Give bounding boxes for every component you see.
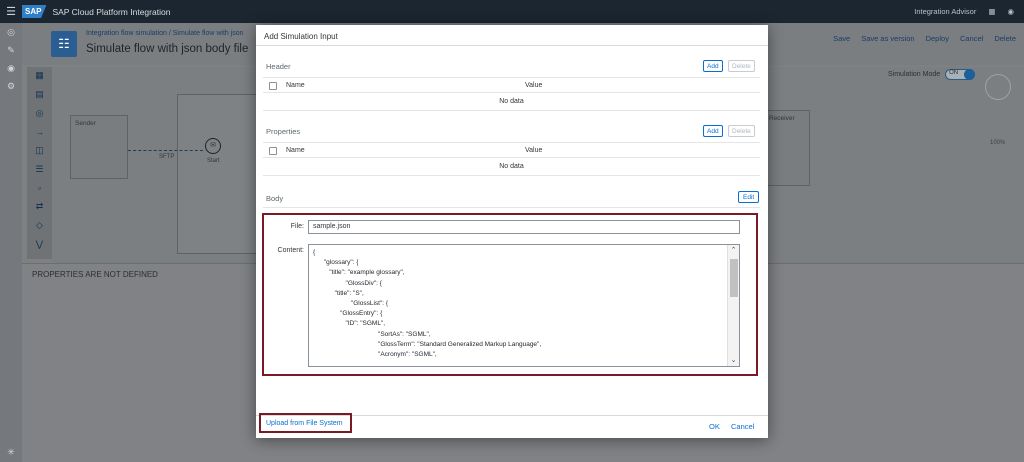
page-title: Simulate flow with json body file bbox=[86, 43, 249, 55]
integration-advisor-link[interactable]: Integration Advisor bbox=[914, 7, 976, 16]
select-all-checkbox[interactable] bbox=[269, 82, 277, 90]
sender-participant[interactable]: Sender bbox=[70, 115, 128, 179]
cancel-button[interactable]: Cancel bbox=[731, 422, 754, 431]
save-as-version-button[interactable]: Save as version bbox=[861, 34, 914, 43]
discover-icon[interactable]: ◎ bbox=[7, 27, 15, 38]
content-textarea[interactable]: { "glossary": { "title": "example glossa… bbox=[308, 244, 740, 367]
table-header: Name Value bbox=[263, 78, 760, 93]
iflow-icon: ☷ bbox=[51, 31, 77, 57]
simulation-mode: Simulation Mode ON bbox=[888, 69, 976, 80]
content-label: Content: bbox=[277, 247, 304, 254]
file-field[interactable]: sample.json bbox=[308, 220, 740, 234]
header-section-title: Header bbox=[266, 62, 291, 71]
settings-icon[interactable]: ▦ bbox=[988, 7, 995, 16]
ok-button[interactable]: OK bbox=[709, 422, 720, 431]
content-scrollbar[interactable]: ⌃ ⌄ bbox=[727, 245, 739, 366]
expand-nav-icon[interactable]: ✳ bbox=[7, 447, 15, 458]
properties-add-button[interactable]: Add bbox=[703, 125, 723, 137]
simulation-mode-toggle[interactable]: ON bbox=[945, 69, 976, 80]
sap-logo: SAP bbox=[22, 5, 47, 18]
table-header: Name Value bbox=[263, 143, 760, 158]
settings-nav-icon[interactable]: ⚙ bbox=[7, 81, 15, 92]
monitor-icon[interactable]: ◉ bbox=[7, 63, 15, 74]
transform-icon[interactable]: ⇄ bbox=[36, 201, 44, 212]
gateway-icon[interactable]: ◇ bbox=[36, 220, 43, 231]
properties-table: Name Value No data bbox=[263, 142, 760, 176]
empty-text: No data bbox=[263, 93, 760, 111]
receiver-label: Receiver bbox=[769, 115, 795, 122]
layout-icon[interactable]: ☰ bbox=[35, 164, 43, 175]
process-icon[interactable]: ▤ bbox=[35, 89, 44, 100]
palette-toolbar: ▦ ▤ ◎ → ◫ ☰ ▫ ⇄ ◇ ⋁ bbox=[27, 67, 52, 259]
upload-highlight-box: Upload from File System bbox=[259, 413, 352, 433]
save-button[interactable]: Save bbox=[833, 34, 850, 43]
hamburger-menu-icon[interactable]: ☰ bbox=[0, 5, 22, 18]
shell-title: SAP Cloud Platform Integration bbox=[52, 6, 171, 17]
column-name: Name bbox=[286, 147, 305, 154]
header-add-button[interactable]: Add bbox=[703, 60, 723, 72]
properties-section-title: Properties bbox=[266, 127, 301, 136]
receiver-participant[interactable]: Receiver bbox=[764, 110, 810, 186]
column-value: Value bbox=[525, 82, 543, 89]
integration-process[interactable] bbox=[177, 94, 257, 254]
breadcrumb[interactable]: Integration flow simulation / Simulate f… bbox=[86, 30, 244, 37]
body-divider bbox=[263, 207, 760, 208]
column-name: Name bbox=[286, 82, 305, 89]
add-simulation-input-dialog: Add Simulation Input Header Add Delete N… bbox=[256, 25, 768, 438]
dialog-title: Add Simulation Input bbox=[256, 25, 768, 46]
body-section-title: Body bbox=[266, 194, 284, 203]
body-edit-button[interactable]: Edit bbox=[738, 191, 760, 203]
body-highlight-box: File: sample.json Content: { "glossary":… bbox=[262, 213, 758, 376]
start-event-icon[interactable]: ✉ bbox=[205, 138, 221, 154]
dialog-footer: Upload from File System OK Cancel bbox=[256, 413, 768, 438]
scroll-up-icon[interactable]: ⌃ bbox=[728, 245, 739, 256]
pan-control-icon[interactable] bbox=[985, 74, 1011, 100]
left-navigation: ◎ ✎ ◉ ⚙ ✳ bbox=[0, 23, 22, 462]
sender-label: Sender bbox=[75, 120, 96, 127]
empty-text: No data bbox=[263, 158, 760, 176]
properties-message: PROPERTIES ARE NOT DEFINED bbox=[32, 270, 158, 279]
message-flow-line[interactable] bbox=[128, 150, 203, 151]
simulation-mode-label: Simulation Mode bbox=[888, 71, 941, 78]
delete-tool-icon[interactable]: ◫ bbox=[35, 145, 44, 156]
start-label: Start bbox=[207, 158, 220, 164]
header-table: Name Value No data bbox=[263, 77, 760, 111]
properties-delete-button[interactable]: Delete bbox=[728, 125, 755, 137]
connector-icon[interactable]: → bbox=[35, 127, 44, 137]
upload-from-file-system-link[interactable]: Upload from File System bbox=[266, 420, 343, 427]
events-icon[interactable]: ◎ bbox=[36, 108, 44, 119]
shell-bar: ☰ SAP SAP Cloud Platform Integration Int… bbox=[0, 0, 1024, 23]
delete-button[interactable]: Delete bbox=[994, 34, 1016, 43]
zoom-level: 100% bbox=[990, 140, 1006, 146]
content-text: { "glossary": { "title": "example glossa… bbox=[313, 249, 542, 359]
design-icon[interactable]: ✎ bbox=[7, 45, 15, 56]
column-value: Value bbox=[525, 147, 543, 154]
file-label: File: bbox=[290, 223, 304, 230]
expand-palette-icon[interactable]: ⋁ bbox=[36, 239, 43, 250]
cancel-edit-button[interactable]: Cancel bbox=[960, 34, 983, 43]
user-icon[interactable]: ◉ bbox=[1007, 7, 1014, 16]
participants-icon[interactable]: ▦ bbox=[35, 70, 44, 81]
scroll-down-icon[interactable]: ⌄ bbox=[728, 355, 739, 366]
scroll-thumb[interactable] bbox=[730, 259, 738, 297]
select-all-checkbox[interactable] bbox=[269, 147, 277, 155]
header-delete-button[interactable]: Delete bbox=[728, 60, 755, 72]
deploy-button[interactable]: Deploy bbox=[926, 34, 949, 43]
header-actions: Save Save as version Deploy Cancel Delet… bbox=[833, 34, 1016, 43]
mapping-icon[interactable]: ▫ bbox=[38, 183, 41, 193]
adapter-label: SFTP bbox=[159, 154, 175, 160]
